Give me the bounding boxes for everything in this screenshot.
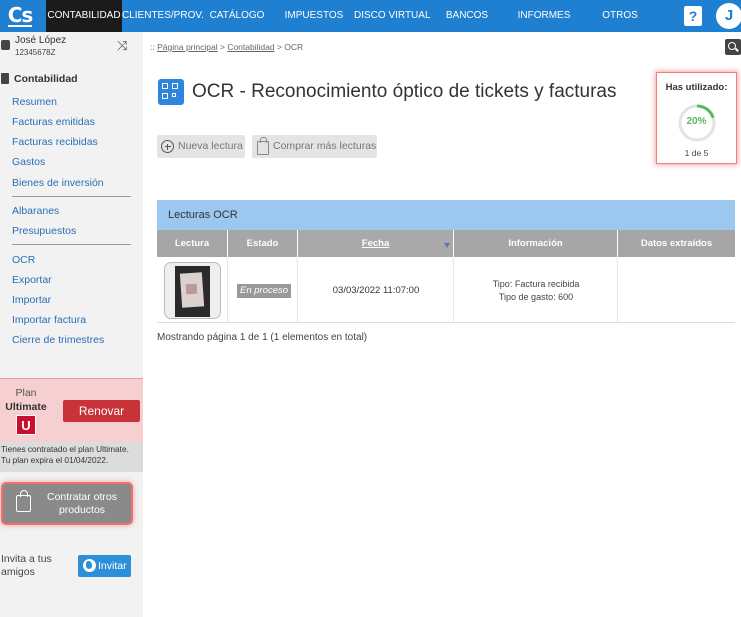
usage-box: Has utilizado: 20% 1 de 5	[656, 72, 737, 164]
sidebar-item-albaranes[interactable]: Albaranes	[12, 205, 59, 217]
cell-fecha: 03/03/2022 11:07:00	[298, 257, 454, 323]
plan-info-line: Tu plan expira el 01/04/2022.	[1, 455, 109, 465]
breadcrumb-contabilidad[interactable]: Contabilidad	[227, 42, 274, 52]
nav-impuestos[interactable]: IMPUESTOS	[283, 0, 345, 32]
breadcrumb: :: Página principal > Contabilidad > OCR	[150, 42, 304, 52]
column-lectura: Lectura	[157, 230, 228, 257]
cell-lectura	[157, 257, 228, 323]
sidebar-section-title: Contabilidad	[14, 73, 78, 85]
top-navigation: Cs CONTABILIDAD CLIENTES/PROV. CATÁLOGO …	[0, 0, 741, 32]
table-caption: Lecturas OCR	[168, 209, 238, 221]
sidebar-divider	[12, 244, 131, 245]
nav-contabilidad[interactable]: CONTABILIDAD	[46, 0, 122, 32]
sidebar-item-gastos[interactable]: Gastos	[12, 156, 45, 168]
receipt-thumbnail[interactable]	[164, 262, 221, 319]
shopping-bag-icon	[16, 490, 31, 512]
pagination-text: Mostrando página 1 de 1 (1 elementos en …	[157, 332, 368, 343]
status-badge: En proceso	[237, 284, 292, 298]
avatar[interactable]: J	[716, 3, 741, 29]
invite-button[interactable]: Invitar	[78, 555, 131, 577]
sidebar-item-ocr[interactable]: OCR	[12, 254, 35, 266]
plan-label: Plan	[15, 387, 37, 399]
new-reading-button[interactable]: Nueva lectura	[157, 135, 245, 158]
plan-box: Plan Ultimate U Renovar Tienes contratad…	[0, 378, 143, 472]
document-icon	[1, 73, 9, 84]
info-text: Tipo: Factura recibida Tipo de gasto: 60…	[492, 279, 580, 302]
date-text: 03/03/2022 11:07:00	[332, 285, 420, 296]
table-header: Lecturas OCR	[157, 200, 735, 230]
sort-arrow-icon	[444, 243, 450, 248]
nav-informes[interactable]: INFORMES	[514, 0, 574, 32]
plus-circle-icon	[161, 140, 174, 153]
logo[interactable]: Cs	[0, 0, 40, 32]
column-fecha[interactable]: Fecha	[298, 230, 454, 257]
nav-otros[interactable]: OTROS	[600, 0, 640, 32]
cell-informacion: Tipo: Factura recibida Tipo de gasto: 60…	[454, 257, 618, 323]
renew-button[interactable]: Renovar	[63, 400, 140, 422]
buy-more-readings-button[interactable]: Comprar más lecturas	[252, 135, 377, 158]
sidebar-item-importar-factura[interactable]: Importar factura	[12, 314, 86, 326]
sidebar-item-resumen[interactable]: Resumen	[12, 96, 57, 108]
breadcrumb-home[interactable]: Página principal	[157, 42, 217, 52]
user-row: José López 12345678Z ⤨	[0, 32, 143, 60]
nav-disco-virtual[interactable]: DISCO VIRTUAL	[354, 0, 431, 32]
invite-button-label: Invitar	[98, 560, 127, 572]
plan-name: Ultimate	[5, 401, 47, 413]
page-title: OCR - Reconocimiento óptico de tickets y…	[192, 81, 617, 102]
user-icon	[1, 40, 10, 50]
sidebar-item-cierre-trimestres[interactable]: Cierre de trimestres	[12, 334, 104, 346]
plan-info-line: Tienes contratado el plan Ultimate.	[1, 444, 129, 454]
plan-info: Tienes contratado el plan Ultimate. Tu p…	[0, 442, 143, 472]
column-estado: Estado	[228, 230, 298, 257]
sidebar-item-bienes-inversion[interactable]: Bienes de inversión	[12, 177, 104, 189]
nav-clientes[interactable]: CLIENTES/PROV.	[122, 0, 204, 32]
qr-scan-icon	[158, 79, 184, 105]
usage-count: 1 de 5	[684, 148, 709, 158]
contract-products-label: Contratar otros productos	[46, 491, 118, 516]
cell-estado: En proceso	[228, 257, 298, 323]
usage-percent: 20%	[686, 116, 707, 127]
sidebar-item-facturas-emitidas[interactable]: Facturas emitidas	[12, 116, 95, 128]
search-icon[interactable]	[725, 39, 741, 55]
table-row: En proceso 03/03/2022 11:07:00 Tipo: Fac…	[157, 257, 735, 323]
globe-icon	[83, 559, 96, 572]
nav-bancos[interactable]: BANCOS	[443, 0, 491, 32]
plan-badge: U	[16, 415, 36, 435]
switch-user-icon[interactable]: ⤨	[117, 38, 127, 54]
column-datos-extraidos: Datos extraídos	[618, 230, 735, 257]
user-name: José López	[15, 35, 67, 46]
breadcrumb-current: OCR	[284, 42, 304, 52]
invite-text: Invita a tus amigos	[1, 553, 52, 578]
sidebar-item-facturas-recibidas[interactable]: Facturas recibidas	[12, 136, 98, 148]
contract-products-button[interactable]: Contratar otros productos	[3, 484, 131, 523]
sidebar-item-exportar[interactable]: Exportar	[12, 274, 52, 286]
nav-catalogo[interactable]: CATÁLOGO	[206, 0, 268, 32]
shopping-bag-icon	[257, 137, 269, 155]
help-icon[interactable]: ?	[684, 6, 702, 26]
usage-title: Has utilizado:	[665, 82, 728, 93]
breadcrumb-bar: :: Página principal > Contabilidad > OCR	[143, 32, 741, 60]
column-informacion: Información	[454, 230, 618, 257]
sidebar-item-importar[interactable]: Importar	[12, 294, 51, 306]
sidebar-divider	[12, 196, 131, 197]
sidebar: José López 12345678Z ⤨ Contabilidad Resu…	[0, 32, 143, 617]
sidebar-item-presupuestos[interactable]: Presupuestos	[12, 225, 76, 237]
user-id: 12345678Z	[15, 48, 56, 57]
cell-datos-extraidos	[618, 257, 735, 323]
